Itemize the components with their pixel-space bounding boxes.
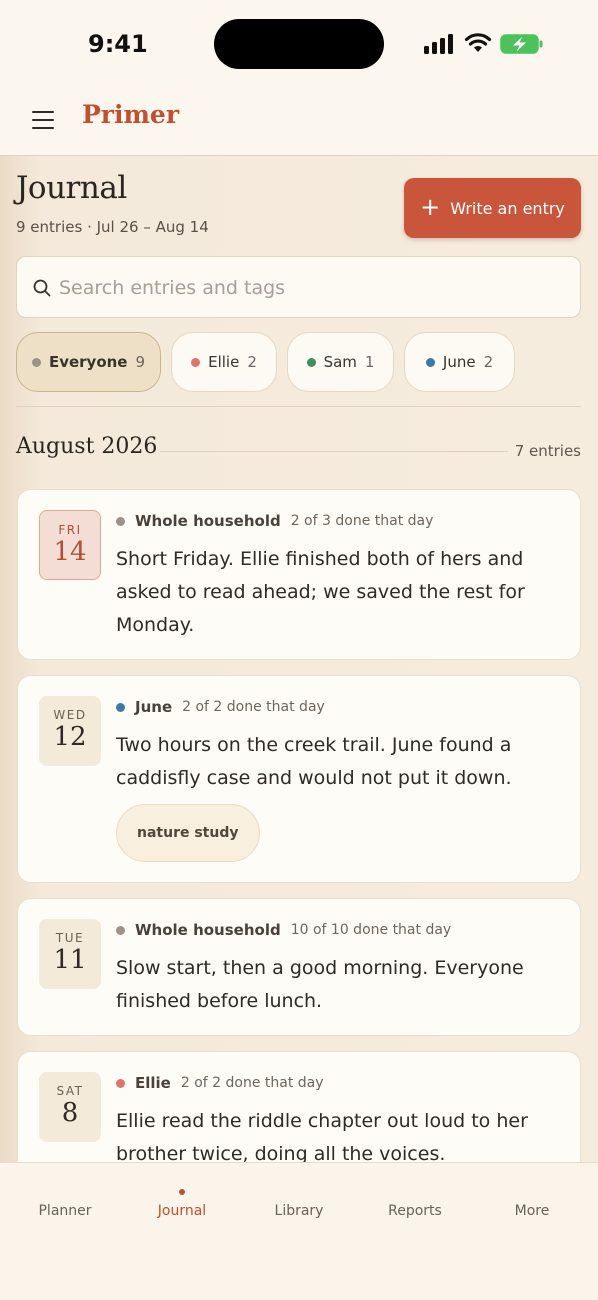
filter-label: June — [442, 353, 476, 371]
entry-person: Whole household — [135, 512, 281, 530]
sam-dot-icon — [306, 357, 316, 367]
journal-entry-card[interactable]: FRI 14 Whole household 2 of 3 done that … — [17, 489, 581, 660]
entry-meta: Whole household 10 of 10 done that day — [116, 921, 451, 939]
entry-meta: Whole household 2 of 3 done that day — [116, 512, 433, 530]
entry-weekday: FRI — [58, 523, 82, 537]
entry-date-tile: SAT 8 — [39, 1072, 101, 1142]
search-box — [16, 256, 581, 318]
filter-label: Sam — [323, 353, 357, 371]
dynamic-island — [214, 19, 384, 69]
menu-icon[interactable] — [32, 110, 54, 130]
search-icon — [33, 279, 51, 297]
filter-count: 9 — [135, 353, 146, 371]
june-dot-icon — [425, 357, 435, 367]
entry-tag[interactable]: nature study — [116, 804, 260, 862]
entry-day: 12 — [53, 722, 87, 752]
month-entry-count: 7 entries — [514, 442, 581, 460]
entry-weekday: SAT — [56, 1084, 84, 1098]
tab-more[interactable]: More — [482, 1203, 582, 1219]
person-dot-icon — [116, 516, 125, 526]
filter-label: Everyone — [48, 353, 128, 371]
entry-text: Two hours on the creek trail. June found… — [116, 734, 512, 789]
filter-label: Ellie — [208, 353, 240, 371]
bottom-tab-bar: Planner Journal Library Reports More — [0, 1162, 598, 1300]
wifi-icon — [464, 33, 492, 52]
tab-reports[interactable]: Reports — [365, 1203, 465, 1219]
journal-entry-card[interactable]: TUE 11 Whole household 10 of 10 done tha… — [17, 898, 581, 1036]
page-subtitle: 9 entries · Jul 26 – Aug 14 — [16, 218, 209, 236]
filter-count: 2 — [483, 353, 494, 371]
status-bar: 9:41 — [0, 0, 598, 90]
tab-journal[interactable]: Journal — [132, 1203, 232, 1219]
entry-person: June — [135, 698, 173, 716]
entry-progress: 2 of 2 done that day — [180, 1075, 324, 1091]
app-screen: 9:41 Primer Journal 9 entries · Jul 26 –… — [0, 0, 598, 1300]
entry-weekday: WED — [53, 708, 87, 722]
entry-day: 14 — [53, 537, 87, 567]
entry-meta: June 2 of 2 done that day — [116, 698, 325, 716]
entry-text: Short Friday. Ellie finished both of her… — [116, 548, 525, 636]
everyone-dot-icon — [31, 357, 41, 367]
entry-date-tile: WED 12 — [39, 696, 101, 766]
filter-chip-sam[interactable]: Sam 1 — [287, 332, 394, 392]
tab-library[interactable]: Library — [249, 1203, 349, 1219]
tab-planner[interactable]: Planner — [15, 1203, 115, 1219]
ellie-dot-icon — [191, 357, 201, 367]
page-title: Journal — [16, 170, 127, 206]
entry-person: Ellie — [135, 1074, 171, 1092]
write-entry-button[interactable]: + Write an entry — [404, 178, 581, 238]
entry-progress: 10 of 10 done that day — [290, 922, 452, 938]
entry-text: Slow start, then a good morning. Everyon… — [116, 957, 524, 1012]
filter-chip-ellie[interactable]: Ellie 2 — [171, 332, 277, 392]
active-tab-indicator — [179, 1189, 185, 1195]
cellular-signal-icon — [424, 34, 454, 54]
entry-date-tile: TUE 11 — [39, 919, 101, 989]
filter-chip-everyone[interactable]: Everyone 9 — [16, 332, 161, 392]
person-dot-icon — [116, 925, 125, 935]
entry-day: 11 — [53, 945, 87, 975]
battery-charging-icon — [500, 34, 543, 54]
write-entry-label: Write an entry — [450, 198, 565, 218]
entry-weekday: TUE — [55, 931, 85, 945]
entry-date-tile: FRI 14 — [39, 510, 101, 580]
month-heading: August 2026 — [16, 434, 158, 459]
app-header: Primer — [0, 90, 598, 156]
search-input[interactable] — [59, 269, 559, 307]
month-divider — [160, 451, 508, 452]
entry-person: Whole household — [135, 921, 281, 939]
journal-entry-card[interactable]: WED 12 June 2 of 2 done that day Two hou… — [17, 675, 581, 883]
entry-meta: Ellie 2 of 2 done that day — [116, 1074, 324, 1092]
entry-progress: 2 of 2 done that day — [182, 699, 325, 715]
filter-chip-june[interactable]: June 2 — [404, 332, 515, 392]
section-divider — [16, 406, 581, 407]
person-dot-icon — [116, 1078, 125, 1088]
filter-count: 1 — [364, 353, 375, 371]
entry-day: 8 — [61, 1098, 79, 1128]
person-dot-icon — [116, 702, 125, 712]
filter-count: 2 — [247, 353, 257, 371]
plus-icon: + — [420, 192, 441, 221]
status-time: 9:41 — [88, 30, 148, 58]
entry-progress: 2 of 3 done that day — [290, 513, 434, 529]
brand-logo: Primer — [82, 100, 179, 129]
